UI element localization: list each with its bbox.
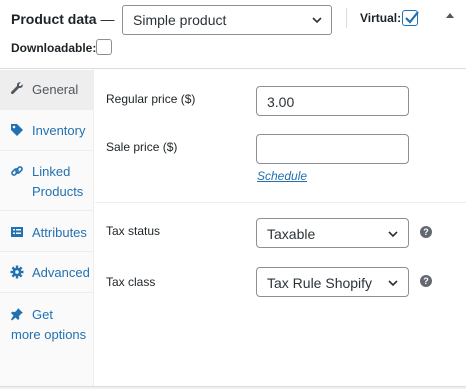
tab-get-more-options-label: Get (32, 307, 53, 322)
sale-price-input[interactable] (256, 134, 409, 164)
tab-linked-products[interactable]: Linked Products (0, 151, 94, 211)
chevron-down-icon (312, 17, 322, 24)
tab-get-more-options-label-rest: more options (11, 327, 87, 342)
product-data-tabs: General Inventory Linked Products Attrib… (0, 70, 94, 386)
tax-class-label: Tax class (106, 275, 156, 289)
product-data-header: Product data — Simple product Virtual: D… (0, 0, 466, 69)
tax-status-label: Tax status (106, 224, 161, 238)
schedule-link[interactable]: Schedule (257, 169, 307, 183)
product-data-title: Product data — (11, 10, 114, 28)
list-icon (11, 227, 23, 237)
chevron-down-icon (388, 231, 398, 238)
sale-price-label: Sale price ($) (106, 140, 178, 154)
tab-inventory-label: Inventory (32, 123, 86, 138)
tag-icon (11, 124, 23, 136)
tab-general[interactable]: General (0, 70, 94, 110)
general-panel: Regular price ($) 3.00 Sale price ($) Sc… (95, 70, 466, 386)
downloadable-checkbox[interactable] (96, 39, 112, 55)
gear-icon (10, 265, 24, 279)
virtual-checkbox[interactable] (402, 10, 419, 26)
tax-class-value: Tax Rule Shopify (267, 275, 373, 291)
tab-advanced-label: Advanced (32, 265, 90, 280)
product-data-title-text: Product data (11, 11, 97, 27)
tab-linked-products-label: Linked Products (32, 164, 84, 199)
tab-get-more-options[interactable]: Get more options (0, 293, 94, 373)
tab-inventory[interactable]: Inventory (0, 110, 94, 151)
downloadable-label: Downloadable: (11, 41, 97, 55)
tax-class-help-icon[interactable]: ? (420, 275, 432, 287)
title-separator: — (100, 11, 115, 27)
tab-advanced[interactable]: Advanced (0, 252, 94, 293)
link-icon (11, 166, 23, 176)
tax-status-value: Taxable (267, 226, 316, 242)
product-type-select[interactable]: Simple product (122, 5, 332, 35)
caret-up-icon[interactable] (444, 10, 456, 20)
tax-status-select[interactable]: Taxable (256, 218, 409, 248)
tax-status-help-icon[interactable]: ? (420, 226, 432, 238)
tab-attributes[interactable]: Attributes (0, 211, 94, 252)
tab-attributes-label: Attributes (32, 225, 87, 240)
virtual-label: Virtual: (360, 11, 402, 25)
checkmark-icon (405, 11, 419, 24)
tab-general-label: General (32, 82, 79, 97)
wrench-icon (10, 82, 23, 95)
regular-price-label: Regular price ($) (106, 92, 196, 106)
regular-price-value: 3.00 (267, 94, 295, 110)
regular-price-input[interactable]: 3.00 (256, 86, 409, 116)
pin-icon (11, 308, 23, 321)
tax-class-select[interactable]: Tax Rule Shopify (256, 267, 409, 297)
product-type-value: Simple product (133, 12, 227, 28)
section-divider (95, 202, 466, 203)
chevron-down-icon (388, 280, 398, 287)
header-divider (346, 8, 347, 28)
